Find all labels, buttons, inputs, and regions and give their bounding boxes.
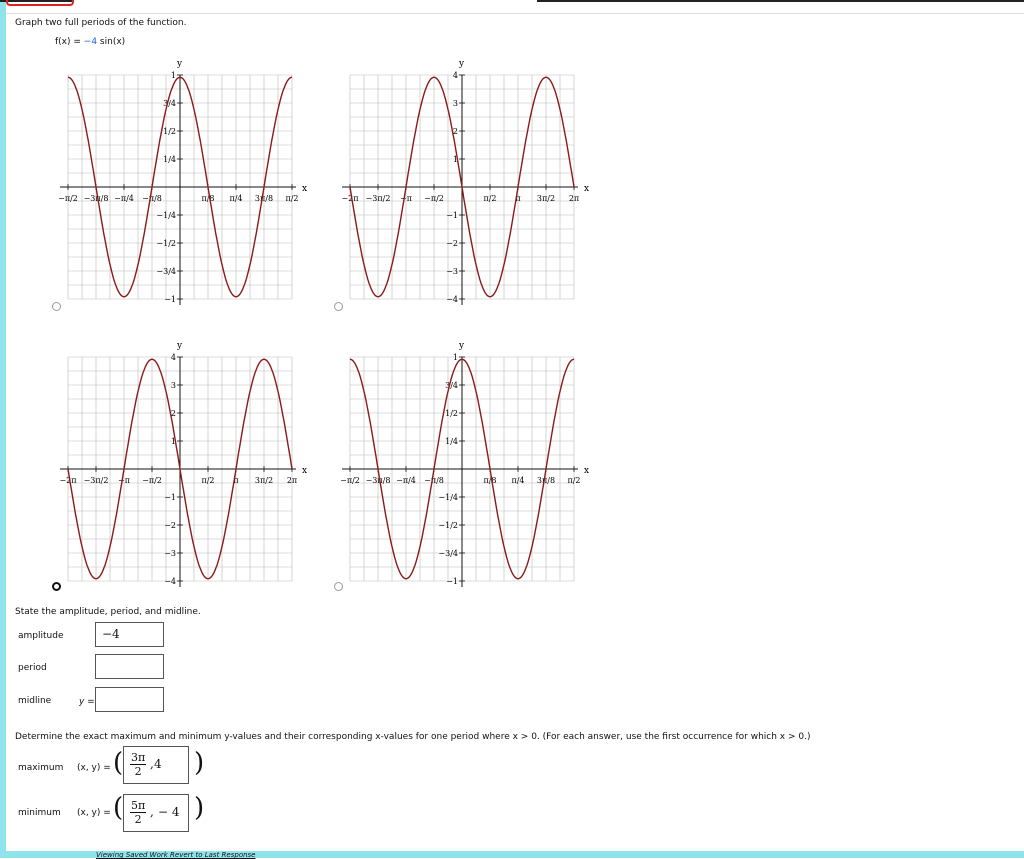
part2-instruction: State the amplitude, period, and midline…: [15, 607, 201, 617]
x-tick-label: −π/2: [142, 476, 162, 485]
x-tick-label: π/4: [229, 194, 242, 203]
x-tick-label: −π/2: [424, 194, 444, 203]
y-tick-label: −3: [164, 549, 176, 558]
y-tick-label: −1/4: [438, 493, 458, 502]
y-tick-label: −1: [446, 211, 458, 220]
x-tick-label: 3π/2: [255, 476, 273, 485]
y-tick-label: 1/4: [163, 155, 176, 164]
maximum-xy-label: (x, y) =: [77, 763, 111, 773]
minimum-input[interactable]: 5π 2 , − 4: [123, 794, 189, 832]
y-tick-label: 1/4: [445, 437, 458, 446]
y-tick-label: 3: [171, 381, 176, 390]
midline-prefix: y =: [79, 697, 95, 707]
radio-option-b[interactable]: [334, 302, 343, 311]
y-axis-label: y: [176, 341, 183, 351]
radio-option-a[interactable]: [52, 302, 61, 311]
x-tick-label: 3π/8: [255, 194, 273, 203]
x-tick-label: −2π: [341, 194, 358, 203]
y-tick-label: −1: [164, 295, 176, 304]
x-tick-label: 2π: [569, 194, 579, 203]
minimum-close-paren: ): [194, 793, 205, 823]
y-tick-label: −1/2: [438, 521, 458, 530]
minimum-open-paren: (: [113, 793, 124, 823]
x-tick-label: −π: [400, 194, 412, 203]
y-tick-label: 1/2: [445, 409, 458, 418]
graph-option-b: xy4321−1−2−3−4−2π −3π/2 −π −π/2 π/2 π 3π/2 2π: [341, 59, 589, 305]
maximum-open-paren: (: [113, 748, 124, 778]
function-coefficient: −4: [83, 37, 98, 47]
x-tick-label: −π/2: [58, 194, 78, 203]
y-axis-label: y: [458, 59, 465, 69]
midline-label: midline: [18, 696, 52, 706]
x-tick-label: 2π: [287, 476, 297, 485]
x-tick-label: −π/4: [114, 194, 134, 203]
y-tick-label: −1: [164, 493, 176, 502]
amplitude-input[interactable]: −4: [95, 622, 164, 647]
x-tick-label: π/2: [201, 476, 214, 485]
y-tick-label: −1/2: [156, 239, 176, 248]
y-tick-label: 1/2: [163, 127, 176, 136]
x-tick-label: −π/2: [340, 476, 360, 485]
x-tick-label: −π/8: [424, 476, 444, 485]
graph-option-c: xy4321−1−2−3−4−2π −3π/2 −π −π/2 π/2 π 3π/2 2π: [59, 341, 307, 587]
y-tick-label: −4: [164, 577, 176, 586]
x-tick-label: −3π/8: [366, 476, 391, 485]
minimum-label: minimum: [18, 808, 61, 818]
y-tick-label: −3/4: [438, 549, 458, 558]
y-tick-label: −2: [446, 239, 458, 248]
x-tick-label: −π: [118, 476, 130, 485]
y-tick-label: 1: [171, 71, 176, 80]
x-axis-label: x: [302, 466, 307, 476]
maximum-close-paren: ): [194, 748, 205, 778]
x-axis-label: x: [584, 184, 589, 194]
graph-option-d: x y1 3/4 1/2 1/4 −1/4 −1/2 −3/4 −1 −π/2 −3π/8 −π/4−…: [340, 341, 589, 587]
x-tick-label: π/8: [483, 476, 496, 485]
x-tick-label: −3π/2: [366, 194, 391, 203]
left-accent-border: [0, 0, 6, 858]
midline-input[interactable]: [95, 687, 164, 712]
y-tick-label: −3: [446, 267, 458, 276]
x-tick-label: −3π/2: [84, 476, 109, 485]
period-input[interactable]: [95, 654, 164, 679]
y-axis-label: y: [458, 341, 465, 351]
question-instruction: Graph two full periods of the function.: [15, 18, 187, 28]
y-axis-label: y: [176, 59, 183, 69]
x-tick-label: −3π/8: [84, 194, 109, 203]
period-label: period: [18, 663, 47, 673]
y-tick-label: −3/4: [156, 267, 176, 276]
x-axis-label: x: [302, 184, 307, 194]
x-tick-label: −2π: [59, 476, 76, 485]
maximum-input[interactable]: 3π 2 , 4: [123, 746, 189, 784]
y-tick-label: 3/4: [163, 99, 176, 108]
y-tick-label: 4: [171, 353, 176, 362]
y-tick-label: 1: [453, 353, 458, 362]
y-tick-label: −1: [446, 577, 458, 586]
part3-instruction: Determine the exact maximum and minimum …: [15, 732, 811, 742]
x-tick-label: −π/8: [142, 194, 162, 203]
y-tick-label: 3: [453, 99, 458, 108]
amplitude-label: amplitude: [18, 631, 64, 641]
x-tick-label: π/2: [567, 476, 580, 485]
x-tick-label: π/2: [483, 194, 496, 203]
x-axis-label: x: [584, 466, 589, 476]
top-tab-indicator[interactable]: [6, 0, 74, 6]
x-tick-label: π/8: [201, 194, 214, 203]
maximum-label: maximum: [18, 763, 64, 773]
y-tick-label: 4: [453, 71, 458, 80]
x-tick-label: π/2: [285, 194, 298, 203]
function-expression: f(x) = −4 sin(x): [55, 37, 126, 47]
minimum-xy-label: (x, y) =: [77, 808, 111, 818]
radio-option-c[interactable]: [52, 582, 61, 591]
x-tick-label: 3π/8: [537, 476, 555, 485]
graph-option-a: x y1 3/4 1/2 1/4 −1/4 −1/2 −3/4 −1 −π/2 −3π/8 −π/4−…: [58, 59, 307, 305]
x-tick-label: π/4: [511, 476, 524, 485]
radio-option-d[interactable]: [334, 582, 343, 591]
x-tick-label: 3π/2: [537, 194, 555, 203]
x-tick-label: −π/4: [396, 476, 416, 485]
y-tick-label: −4: [446, 295, 458, 304]
y-tick-label: −1/4: [156, 211, 176, 220]
y-tick-label: −2: [164, 521, 176, 530]
y-tick-label: 3/4: [445, 381, 458, 390]
